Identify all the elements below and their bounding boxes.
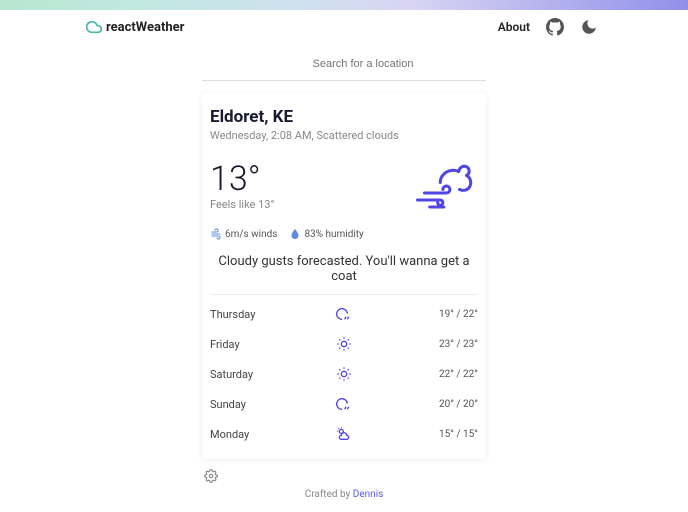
wind-text: 6m/s winds xyxy=(225,229,277,240)
about-link[interactable]: About xyxy=(498,20,530,34)
forecast-row: Thursday 19° / 22° xyxy=(210,299,478,329)
forecast-day: Sunday xyxy=(210,398,336,411)
weather-card: Eldoret, KE Wednesday, 2:08 AM, Scattere… xyxy=(202,93,486,459)
forecast-row: Friday 23° / 23° xyxy=(210,329,478,359)
stats-row: 6m/s winds 83% humidity xyxy=(210,228,478,240)
github-icon[interactable] xyxy=(546,18,564,36)
forecast-temps: 22° / 22° xyxy=(352,369,478,380)
logo[interactable]: reactWeather xyxy=(86,19,184,35)
footer-author-link[interactable]: Dennis xyxy=(353,489,384,500)
moon-icon[interactable] xyxy=(580,18,598,36)
cloud-rain-icon xyxy=(336,396,352,412)
forecast-day: Friday xyxy=(210,338,336,351)
footer-prefix: Crafted by xyxy=(305,489,353,500)
forecast-day: Monday xyxy=(210,428,336,441)
humidity-icon xyxy=(289,228,301,240)
sun-icon xyxy=(336,336,352,352)
main-container: Eldoret, KE Wednesday, 2:08 AM, Scattere… xyxy=(202,50,486,487)
forecast-temps: 15° / 15° xyxy=(352,429,478,440)
forecast-row: Saturday 22° / 22° xyxy=(210,359,478,389)
top-gradient xyxy=(0,0,688,10)
forecast-temps: 20° / 20° xyxy=(352,399,478,410)
header-right: About xyxy=(498,18,598,36)
forecast-day: Saturday xyxy=(210,368,336,381)
forecast-day: Thursday xyxy=(210,308,336,321)
forecast-row: Monday 15° / 15° xyxy=(210,419,478,449)
search-input[interactable] xyxy=(240,54,486,74)
brand-name: reactWeather xyxy=(106,20,184,35)
cloud-rain-icon xyxy=(336,306,352,322)
feels-like: Feels like 13° xyxy=(210,198,275,211)
location-title: Eldoret, KE xyxy=(210,107,478,127)
settings-icon[interactable] xyxy=(204,469,218,483)
forecast-row: Sunday 20° / 20° xyxy=(210,389,478,419)
search-bar xyxy=(202,50,486,81)
cloud-icon xyxy=(86,19,102,35)
sun-icon xyxy=(336,366,352,382)
temp-block: 13° Feels like 13° xyxy=(210,162,275,211)
forecast-temps: 19° / 22° xyxy=(352,309,478,320)
wind-icon xyxy=(210,228,222,240)
sun-cloud-icon xyxy=(336,426,352,442)
current-row: 13° Feels like 13° xyxy=(210,158,478,214)
recommendation-text: Cloudy gusts forecasted. You'll wanna ge… xyxy=(210,254,478,294)
header-bar: reactWeather About xyxy=(0,10,688,44)
forecast-temps: 23° / 23° xyxy=(352,339,478,350)
wind-cloud-icon xyxy=(406,158,478,214)
forecast-list: Thursday 19° / 22° Friday 23° / 23° Saturday… xyxy=(202,295,486,451)
wind-stat: 6m/s winds xyxy=(210,228,277,240)
current-temp: 13° xyxy=(210,162,275,196)
footer: Crafted by Dennis xyxy=(0,489,688,500)
humidity-stat: 83% humidity xyxy=(289,228,363,240)
datetime-text: Wednesday, 2:08 AM, Scattered clouds xyxy=(210,129,478,142)
humidity-text: 83% humidity xyxy=(304,229,363,240)
